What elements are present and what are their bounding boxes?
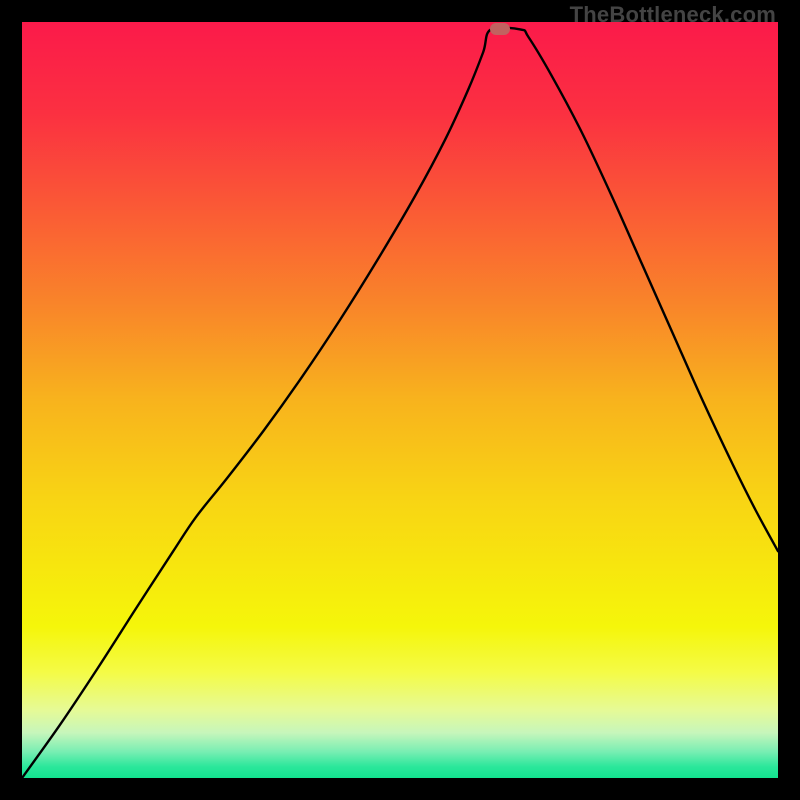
chart-background [22,22,778,778]
watermark-text: TheBottleneck.com [570,2,776,28]
chart-svg [22,22,778,778]
chart-plot-area [22,22,778,778]
bottleneck-marker [490,23,510,35]
chart-frame: TheBottleneck.com [0,0,800,800]
